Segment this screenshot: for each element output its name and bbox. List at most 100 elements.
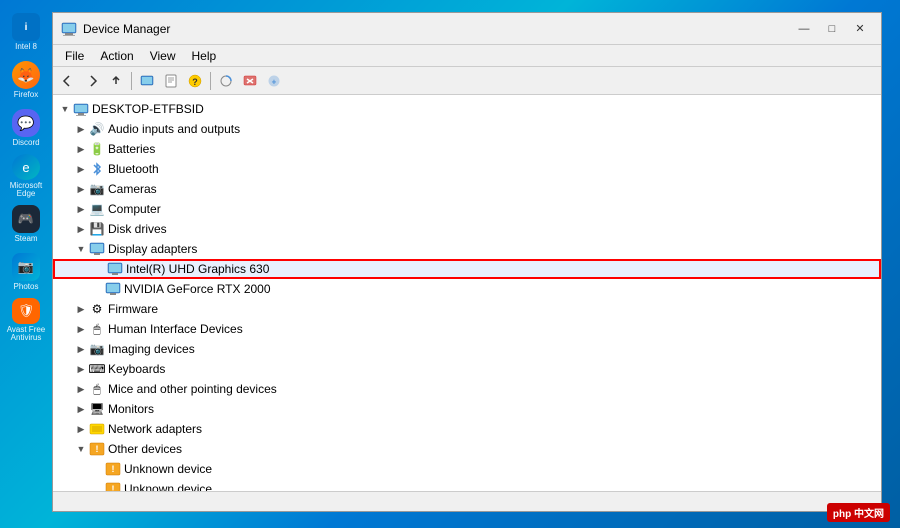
bluetooth-expander[interactable]: ▶ <box>73 161 89 177</box>
monitors-expander[interactable]: ▶ <box>73 401 89 417</box>
tree-keyboards[interactable]: ▶ ⌨ Keyboards <box>53 359 881 379</box>
network-icon <box>89 421 105 437</box>
batteries-label: Batteries <box>108 142 155 156</box>
tree-displayadapters[interactable]: ▼ Display adapters <box>53 239 881 259</box>
tree-diskdrives[interactable]: ▶ 💾 Disk drives <box>53 219 881 239</box>
taskbar-icon-avast[interactable]: 🛡 Avast Free Antivirus <box>4 298 48 342</box>
otherdevices-expander[interactable]: ▼ <box>73 441 89 457</box>
taskbar-label-discord: Discord <box>12 139 39 147</box>
tree-network[interactable]: ▶ Network adapters <box>53 419 881 439</box>
audio-icon: 🔊 <box>89 121 105 137</box>
menu-help[interactable]: Help <box>184 47 225 65</box>
watermark: php 中文网 <box>827 503 890 522</box>
hid-label: Human Interface Devices <box>108 322 243 336</box>
tree-cameras[interactable]: ▶ 📷 Cameras <box>53 179 881 199</box>
taskbar-icon-photos[interactable]: 📷 Photos <box>4 250 48 294</box>
unknown2-icon: ! <box>105 481 121 491</box>
network-expander[interactable]: ▶ <box>73 421 89 437</box>
unknown1-label: Unknown device <box>124 462 212 476</box>
hid-expander[interactable]: ▶ <box>73 321 89 337</box>
toolbar-forward-button[interactable] <box>81 70 103 92</box>
unknown2-label: Unknown device <box>124 482 212 491</box>
menu-view[interactable]: View <box>142 47 184 65</box>
root-icon <box>73 101 89 117</box>
toolbar-properties-button[interactable] <box>160 70 182 92</box>
cameras-label: Cameras <box>108 182 157 196</box>
computer-icon: 💻 <box>89 201 105 217</box>
tree-unknown1[interactable]: ▶ ! Unknown device <box>53 459 881 479</box>
toolbar-scan-button[interactable] <box>215 70 237 92</box>
tree-hid[interactable]: ▶ 🖱 Human Interface Devices <box>53 319 881 339</box>
svg-text:?: ? <box>192 77 198 87</box>
imaging-label: Imaging devices <box>108 342 195 356</box>
intel-uhd-label: Intel(R) UHD Graphics 630 <box>126 262 269 276</box>
device-tree: ▼ DESKTOP-ETFBSID ▶ 🔊 Audio inputs and o… <box>53 95 881 491</box>
tree-nvidia[interactable]: ▶ NVIDIA GeForce RTX 2000 <box>53 279 881 299</box>
menu-file[interactable]: File <box>57 47 92 65</box>
toolbar-help-button[interactable]: ? <box>184 70 206 92</box>
tree-imaging[interactable]: ▶ 📷 Imaging devices <box>53 339 881 359</box>
root-expander[interactable]: ▼ <box>57 101 73 117</box>
diskdrives-label: Disk drives <box>108 222 167 236</box>
otherdevices-label: Other devices <box>108 442 182 456</box>
toolbar-scan2-button[interactable]: + <box>263 70 285 92</box>
taskbar-label-avast: Avast Free Antivirus <box>4 326 48 342</box>
batteries-icon: 🔋 <box>89 141 105 157</box>
diskdrives-expander[interactable]: ▶ <box>73 221 89 237</box>
firmware-expander[interactable]: ▶ <box>73 301 89 317</box>
title-bar-icon <box>61 21 77 37</box>
audio-expander[interactable]: ▶ <box>73 121 89 137</box>
menu-action[interactable]: Action <box>92 47 141 65</box>
mice-expander[interactable]: ▶ <box>73 381 89 397</box>
taskbar-icon-firefox[interactable]: 🦊 Firefox <box>4 58 48 102</box>
tree-computer[interactable]: ▶ 💻 Computer <box>53 199 881 219</box>
cameras-expander[interactable]: ▶ <box>73 181 89 197</box>
imaging-icon: 📷 <box>89 341 105 357</box>
displayadapters-label: Display adapters <box>108 242 197 256</box>
tree-bluetooth[interactable]: ▶ Bluetooth <box>53 159 881 179</box>
device-tree-content[interactable]: ▼ DESKTOP-ETFBSID ▶ 🔊 Audio inputs and o… <box>53 95 881 491</box>
displayadapters-icon <box>89 241 105 257</box>
toolbar: ? + <box>53 67 881 95</box>
keyboards-expander[interactable]: ▶ <box>73 361 89 377</box>
tree-audio[interactable]: ▶ 🔊 Audio inputs and outputs <box>53 119 881 139</box>
toolbar-back-button[interactable] <box>57 70 79 92</box>
tree-root[interactable]: ▼ DESKTOP-ETFBSID <box>53 99 881 119</box>
window-title: Device Manager <box>83 22 791 36</box>
computer-label: Computer <box>108 202 161 216</box>
device-manager-window: Device Manager — □ ✕ File Action View He… <box>52 12 882 512</box>
tree-monitors[interactable]: ▶ 🖥 Monitors <box>53 399 881 419</box>
taskbar-label-steam: Steam <box>14 235 37 243</box>
taskbar-icon-discord[interactable]: 💬 Discord <box>4 106 48 150</box>
window-controls: — □ ✕ <box>791 18 873 40</box>
close-button[interactable]: ✕ <box>847 18 873 40</box>
toolbar-up-button[interactable] <box>105 70 127 92</box>
tree-intel-uhd[interactable]: ▶ Intel(R) UHD Graphics 630 <box>53 259 881 279</box>
taskbar-label-firefox: Firefox <box>14 91 38 99</box>
tree-otherdevices[interactable]: ▼ ! Other devices <box>53 439 881 459</box>
tree-batteries[interactable]: ▶ 🔋 Batteries <box>53 139 881 159</box>
maximize-button[interactable]: □ <box>819 18 845 40</box>
tree-firmware[interactable]: ▶ ⚙ Firmware <box>53 299 881 319</box>
taskbar-icon-intel[interactable]: i Intel 8 <box>4 10 48 54</box>
bluetooth-icon <box>89 161 105 177</box>
hid-icon: 🖱 <box>89 321 105 337</box>
tree-unknown2[interactable]: ▶ ! Unknown device <box>53 479 881 491</box>
imaging-expander[interactable]: ▶ <box>73 341 89 357</box>
network-label: Network adapters <box>108 422 202 436</box>
toolbar-show-button[interactable] <box>136 70 158 92</box>
mice-label: Mice and other pointing devices <box>108 382 277 396</box>
computer-expander[interactable]: ▶ <box>73 201 89 217</box>
minimize-button[interactable]: — <box>791 18 817 40</box>
taskbar-icon-steam[interactable]: 🎮 Steam <box>4 202 48 246</box>
toolbar-separator-2 <box>210 72 211 90</box>
intel-uhd-icon <box>107 261 123 277</box>
tree-mice[interactable]: ▶ 🖱 Mice and other pointing devices <box>53 379 881 399</box>
taskbar-label-photos: Photos <box>14 283 39 291</box>
monitors-icon: 🖥 <box>89 401 105 417</box>
batteries-expander[interactable]: ▶ <box>73 141 89 157</box>
taskbar-icon-edge[interactable]: e Microsoft Edge <box>4 154 48 198</box>
toolbar-uninstall-button[interactable] <box>239 70 261 92</box>
displayadapters-expander[interactable]: ▼ <box>73 241 89 257</box>
nvidia-label: NVIDIA GeForce RTX 2000 <box>124 282 271 296</box>
